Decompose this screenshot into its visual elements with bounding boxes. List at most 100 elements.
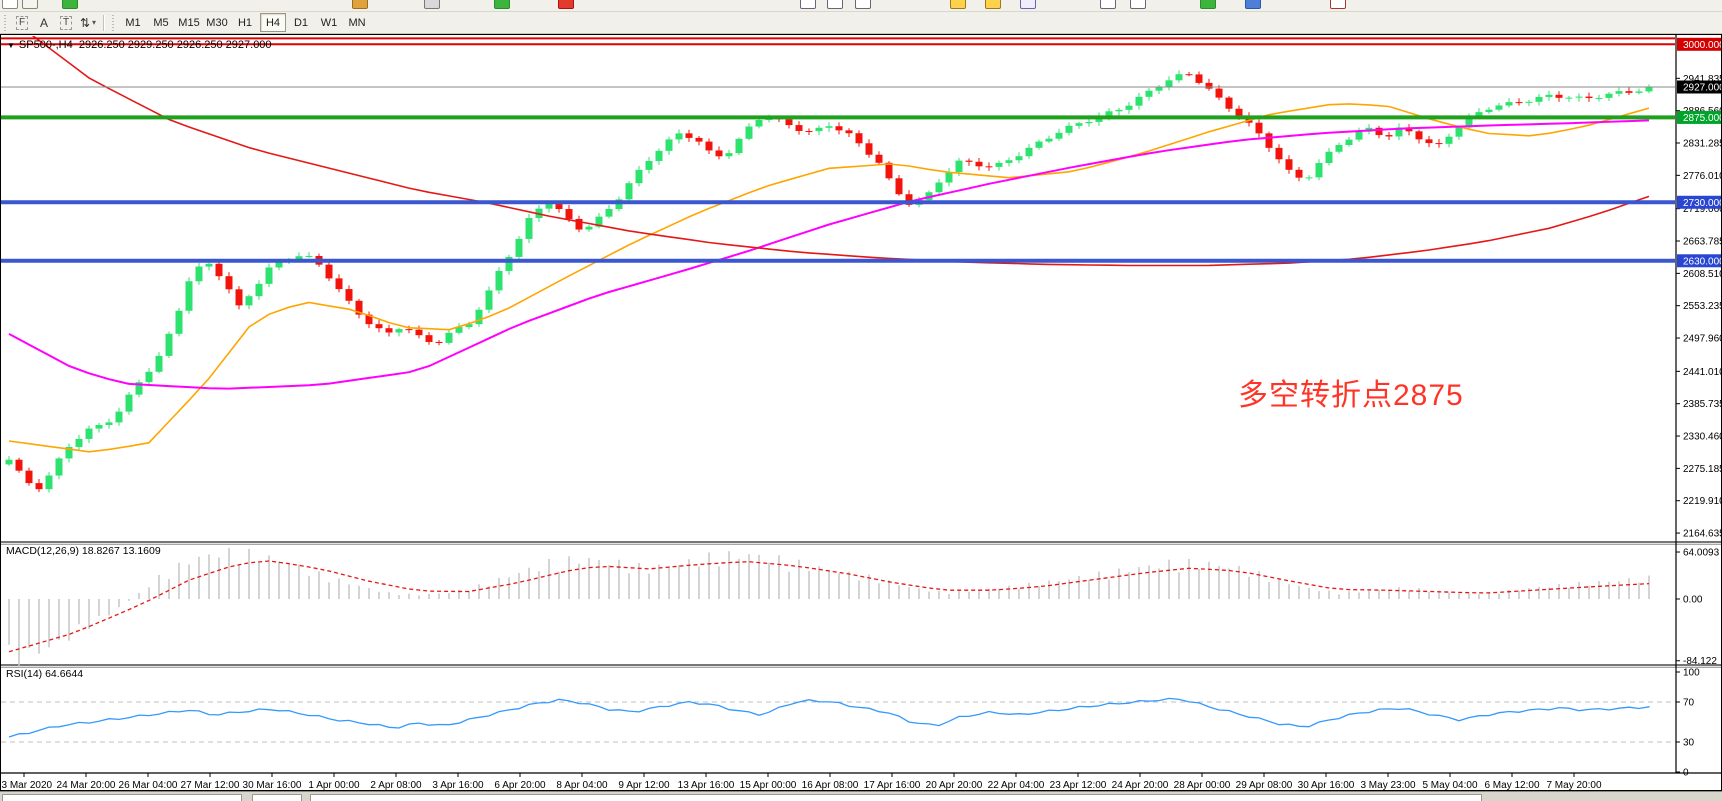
- candle-body: [956, 161, 963, 172]
- candle-body: [1296, 170, 1303, 178]
- candle-body: [1316, 163, 1323, 177]
- candle-body: [376, 324, 383, 328]
- text-label-tool[interactable]: T: [56, 14, 76, 32]
- price-tick-label: 2385.735: [1683, 399, 1722, 410]
- candle-body: [1576, 97, 1583, 98]
- timeframe-button-m15[interactable]: M15: [176, 13, 202, 32]
- candle-body: [1556, 95, 1563, 98]
- candlestick-chart-icon[interactable]: [827, 0, 843, 9]
- candle-body: [176, 311, 183, 334]
- fibonacci-tool[interactable]: F: [12, 14, 32, 32]
- grid-icon[interactable]: [1020, 0, 1036, 9]
- candle-body: [1496, 105, 1503, 109]
- chart-window[interactable]: 2941.8352886.5602831.2852776.0102719.060…: [0, 34, 1722, 791]
- new-chart-icon[interactable]: [2, 0, 18, 9]
- candle-body: [1016, 156, 1023, 160]
- candle-body: [1076, 123, 1083, 126]
- time-tick-label: 22 Apr 04:00: [988, 780, 1045, 791]
- price-tick-label: 2831.285: [1683, 139, 1722, 150]
- price-tick-label: 2553.235: [1683, 301, 1722, 312]
- candle-body: [636, 170, 643, 183]
- price-tick-label: 2608.510: [1683, 269, 1722, 280]
- line-chart-icon[interactable]: [855, 0, 871, 9]
- timeframe-button-h4[interactable]: H4: [260, 13, 286, 32]
- main-price-panel[interactable]: [1, 34, 1676, 493]
- new-order-icon[interactable]: [1200, 0, 1216, 9]
- template-icon[interactable]: [352, 0, 368, 9]
- timeframe-button-m5[interactable]: M5: [148, 13, 174, 32]
- time-axis[interactable]: 23 Mar 202024 Mar 20:0026 Mar 04:0027 Ma…: [0, 773, 1722, 791]
- time-tick-label: 1 Apr 00:00: [308, 780, 360, 791]
- text-tool[interactable]: A: [34, 14, 54, 32]
- candle-body: [646, 161, 653, 170]
- candle-body: [806, 131, 813, 132]
- print-icon[interactable]: [424, 0, 440, 9]
- candle-body: [96, 425, 103, 429]
- tile-windows-icon[interactable]: [1100, 0, 1116, 9]
- candle-body: [1066, 126, 1073, 133]
- candle-body: [386, 328, 393, 332]
- macd-panel[interactable]: [9, 548, 1649, 666]
- timeframe-button-w1[interactable]: W1: [316, 13, 342, 32]
- bar-chart-icon[interactable]: [800, 0, 816, 9]
- candle-body: [406, 329, 413, 330]
- candle-body: [1516, 102, 1523, 103]
- time-tick-label: 27 Mar 12:00: [181, 780, 240, 791]
- candle-body: [1176, 74, 1183, 80]
- candle-body: [626, 183, 633, 199]
- candle-body: [686, 133, 693, 138]
- toolbar-drag-handle[interactable]: [111, 15, 116, 31]
- candle-body: [486, 290, 493, 309]
- candle-body: [696, 138, 703, 142]
- candle-body: [1636, 91, 1643, 92]
- dropdown-caret-icon[interactable]: ▾: [92, 18, 96, 27]
- timeframe-button-mn[interactable]: MN: [344, 13, 370, 32]
- candle-body: [416, 330, 423, 335]
- candle-body: [196, 267, 203, 282]
- candle-body: [606, 209, 613, 217]
- zoom-out-icon[interactable]: [985, 0, 1001, 9]
- timeframe-button-d1[interactable]: D1: [288, 13, 314, 32]
- candle-body: [306, 256, 313, 257]
- candle-body: [726, 153, 733, 156]
- rsi-tick-label: 100: [1683, 668, 1700, 679]
- candle-body: [966, 161, 973, 162]
- arrows-tool[interactable]: ⇅▾: [78, 14, 98, 32]
- timeframe-button-m30[interactable]: M30: [204, 13, 230, 32]
- candle-body: [1026, 148, 1033, 156]
- strategy-tester-icon[interactable]: [1330, 0, 1346, 9]
- candle-body: [226, 276, 233, 289]
- rsi-tick-label: 30: [1683, 738, 1695, 749]
- price-tick-label: 2663.785: [1683, 237, 1722, 248]
- chart-shift-icon[interactable]: [494, 0, 510, 9]
- market-watch-icon[interactable]: [1245, 0, 1261, 9]
- candle-body: [1216, 89, 1223, 98]
- price-tick-label: 2330.460: [1683, 432, 1722, 443]
- price-badge-label: 3000.000: [1683, 40, 1722, 51]
- chart-dropdown-icon[interactable]: ▼: [7, 41, 15, 50]
- candle-body: [436, 342, 443, 343]
- timeframe-button-m1[interactable]: M1: [120, 13, 146, 32]
- toolbar-drag-handle[interactable]: [3, 15, 8, 31]
- candle-body: [26, 471, 33, 483]
- candle-body: [706, 142, 713, 151]
- cascade-windows-icon[interactable]: [1130, 0, 1146, 9]
- zoom-icon[interactable]: [22, 0, 38, 9]
- autoscroll-icon[interactable]: [558, 0, 574, 9]
- candle-body: [1416, 131, 1423, 139]
- rsi-panel[interactable]: [1, 698, 1676, 742]
- add-indicator-icon[interactable]: [62, 0, 78, 9]
- candle-body: [86, 429, 93, 439]
- timeframe-button-h1[interactable]: H1: [232, 13, 258, 32]
- candle-body: [336, 278, 343, 289]
- candle-body: [1426, 139, 1433, 143]
- ma-red-line[interactable]: [9, 34, 1649, 266]
- price-axis[interactable]: 2941.8352886.5602831.2852776.0102719.060…: [1676, 34, 1722, 779]
- candle-body: [246, 296, 253, 305]
- macd-indicator-label: MACD(12,26,9) 18.8267 13.1609: [6, 545, 161, 557]
- price-tick-label: 2219.910: [1683, 496, 1722, 507]
- candle-body: [146, 372, 153, 382]
- candle-body: [126, 395, 133, 412]
- zoom-in-icon[interactable]: [950, 0, 966, 9]
- time-tick-label: 2 Apr 08:00: [370, 780, 422, 791]
